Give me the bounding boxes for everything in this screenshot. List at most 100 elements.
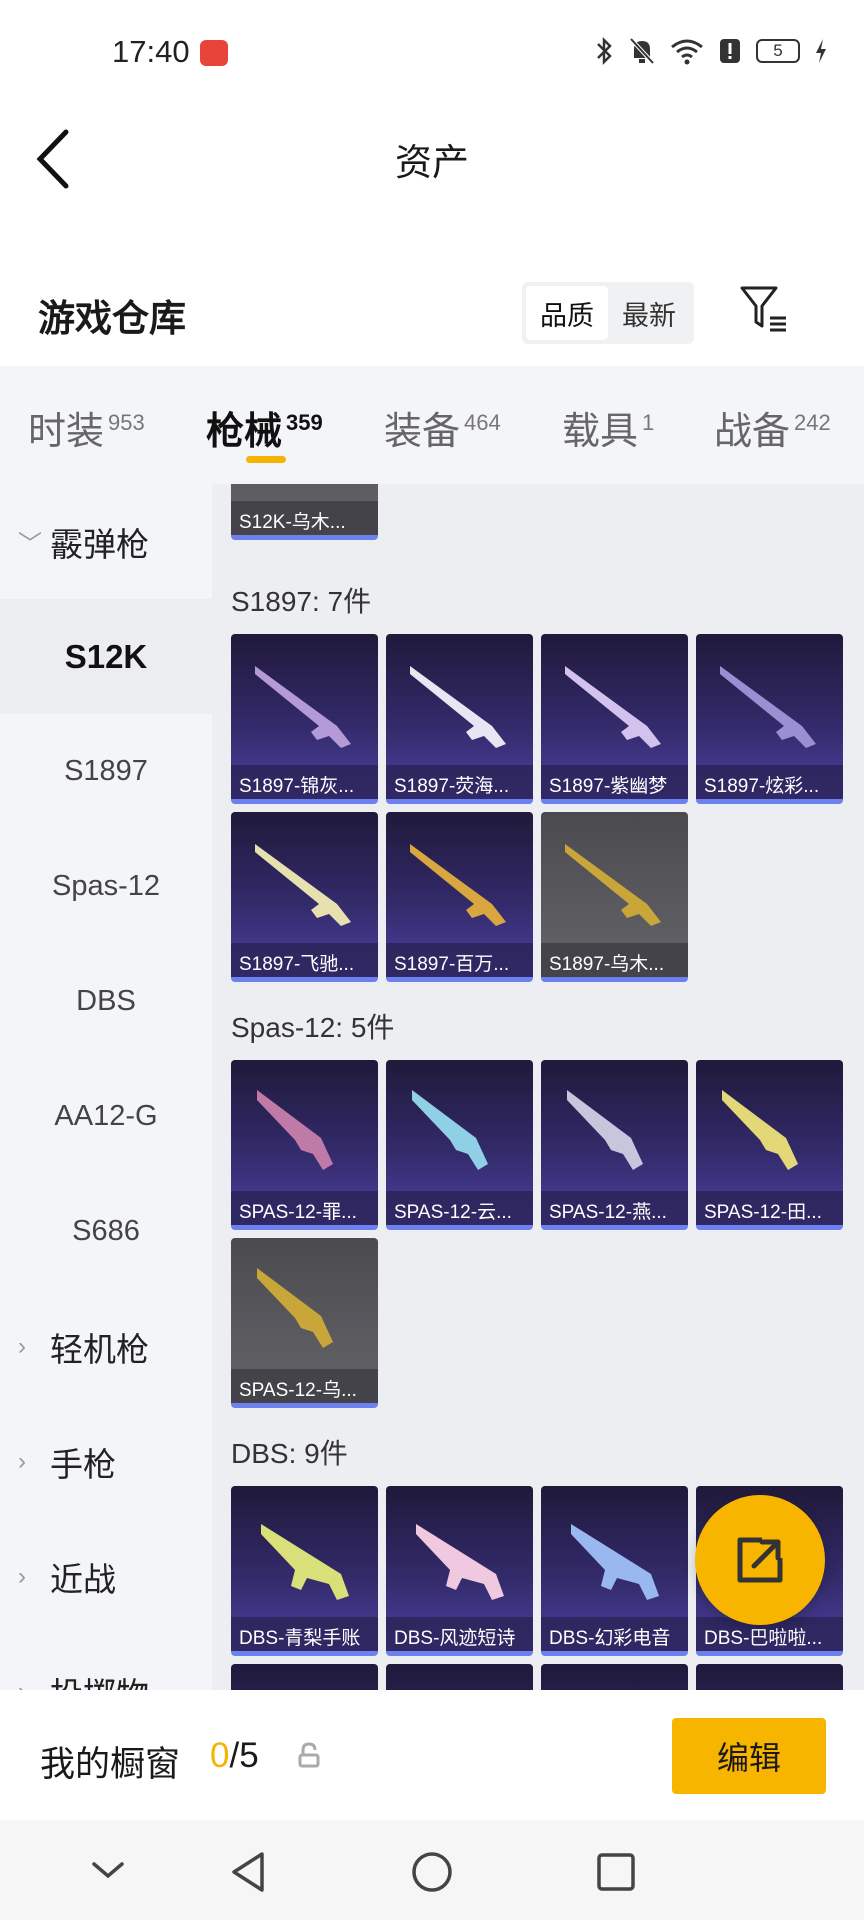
sort-toggle: 品质 最新 — [522, 282, 694, 344]
battery-level: 5 — [756, 39, 800, 63]
share-button[interactable] — [695, 1495, 825, 1625]
section-title: Spas-12: 5件 — [231, 1012, 395, 1043]
nav-header: 资产 — [0, 104, 864, 204]
weapon-card[interactable]: S1897-乌木... — [541, 812, 688, 982]
chevron-right-icon: › — [18, 1678, 40, 1691]
weapon-name: DBS-风迹短诗 — [386, 1617, 533, 1651]
active-tab-indicator — [246, 456, 286, 463]
sidebar-group-label: 投掷物 — [50, 1668, 149, 1691]
shotgun-icon — [255, 666, 351, 748]
sidebar-item-s686[interactable]: S686 — [0, 1174, 212, 1289]
wifi-icon — [671, 39, 703, 65]
chevron-right-icon: › — [18, 1447, 26, 1475]
nav-home-icon[interactable] — [410, 1850, 454, 1894]
sidebar-group-lmg[interactable]: › 轻机枪 — [0, 1289, 212, 1404]
shotgun-icon — [722, 1090, 798, 1170]
shotgun-icon — [567, 1090, 643, 1170]
weapon-card[interactable]: SPAS-12-燕... — [541, 1060, 688, 1230]
weapon-card[interactable]: SPAS-12-乌... — [231, 1238, 378, 1408]
tab-equipment[interactable]: 装备 464 — [384, 400, 501, 455]
sidebar-item-aa12g[interactable]: AA12-G — [0, 1059, 212, 1174]
tab-count: 359 — [286, 410, 323, 436]
shotgun-icon — [410, 844, 506, 926]
chevron-right-icon: › — [18, 1332, 26, 1360]
weapon-name: S1897-百万... — [386, 943, 533, 977]
weapon-card[interactable] — [231, 1664, 378, 1690]
sidebar-item-s12k[interactable]: S12K — [0, 599, 212, 714]
weapon-card[interactable]: S1897-锦灰... — [231, 634, 378, 804]
section-title: S1897: 7件 — [231, 586, 372, 617]
weapon-card[interactable]: DBS-青梨手账 — [231, 1486, 378, 1656]
sidebar-group-shotgun[interactable]: ﹀ 霰弹枪 — [0, 484, 212, 599]
weapon-card[interactable]: S1897-百万... — [386, 812, 533, 982]
app-notification-icon — [200, 40, 228, 66]
weapon-card[interactable]: S1897-飞驰... — [231, 812, 378, 982]
shotgun-icon — [565, 844, 661, 926]
edit-button[interactable]: 编辑 — [672, 1718, 826, 1794]
share-export-icon — [737, 1537, 783, 1583]
weapon-card[interactable]: S1897-紫幽梦 — [541, 634, 688, 804]
alert-icon — [720, 39, 740, 63]
page-title: 资产 — [395, 142, 469, 183]
tab-count: 1 — [642, 410, 655, 436]
weapon-card[interactable]: S12K-乌木... — [231, 484, 378, 540]
sidebar-group-label: 手枪 — [50, 1445, 116, 1483]
shotgun-icon — [241, 484, 368, 498]
weapon-card[interactable]: S1897-炫彩... — [696, 634, 843, 804]
weapon-name: SPAS-12-燕... — [541, 1191, 688, 1225]
weapon-name: S1897-紫幽梦 — [541, 765, 688, 799]
weapon-name: SPAS-12-乌... — [231, 1369, 378, 1403]
sidebar-group-throwables[interactable]: › 投掷物 — [0, 1634, 212, 1691]
weapon-card[interactable]: S1897-荧海... — [386, 634, 533, 804]
weapon-card[interactable] — [541, 1664, 688, 1690]
weapon-name: DBS-青梨手账 — [231, 1617, 378, 1651]
shotgun-icon — [255, 844, 351, 926]
status-icons: 5 — [594, 36, 828, 66]
sidebar-group-label: 霰弹枪 — [50, 525, 149, 563]
sidebar-item-spas12[interactable]: Spas-12 — [0, 829, 212, 944]
weapon-card[interactable] — [386, 1664, 533, 1690]
tab-label: 装备 — [384, 411, 461, 453]
collapse-chevron-icon[interactable] — [90, 1850, 126, 1890]
sidebar-group-pistol[interactable]: › 手枪 — [0, 1404, 212, 1519]
charging-icon — [816, 39, 826, 63]
sidebar-group-label: 近战 — [50, 1560, 116, 1598]
sidebar-item-s1897[interactable]: S1897 — [0, 714, 212, 829]
weapon-name: S1897-乌木... — [541, 943, 688, 977]
tab-count: 953 — [108, 410, 145, 436]
sidebar-group-label: 轻机枪 — [50, 1330, 149, 1368]
weapon-card[interactable]: DBS-幻彩电音 — [541, 1486, 688, 1656]
showcase-label: 我的橱窗 — [40, 1745, 181, 1784]
weapon-name: DBS-幻彩电音 — [541, 1617, 688, 1651]
sidebar-item-dbs[interactable]: DBS — [0, 944, 212, 1059]
weapon-name: S1897-飞驰... — [231, 943, 378, 977]
nav-back-icon[interactable] — [226, 1850, 270, 1894]
bluetooth-icon — [597, 36, 612, 66]
tab-vehicles[interactable]: 载具 1 — [562, 400, 654, 455]
weapon-card[interactable]: DBS-风迹短诗 — [386, 1486, 533, 1656]
weapon-card[interactable]: SPAS-12-云... — [386, 1060, 533, 1230]
sort-newest-button[interactable]: 最新 — [608, 286, 690, 340]
filter-icon[interactable] — [738, 282, 790, 334]
weapon-card[interactable] — [696, 1664, 843, 1690]
status-time: 17:40 — [112, 34, 190, 69]
tab-firearms[interactable]: 枪械 359 — [206, 400, 323, 455]
shotgun-icon — [261, 1524, 349, 1600]
warehouse-title: 游戏仓库 — [38, 298, 186, 339]
showcase-current: 0 — [210, 1736, 230, 1775]
tab-supplies[interactable]: 战备 242 — [714, 400, 831, 455]
tab-fashion[interactable]: 时装 953 — [28, 400, 145, 455]
nav-recents-icon[interactable] — [594, 1850, 638, 1894]
shotgun-icon — [571, 1524, 659, 1600]
sort-quality-button[interactable]: 品质 — [526, 286, 608, 340]
tab-count: 464 — [464, 410, 501, 436]
weapon-name: SPAS-12-田... — [696, 1191, 843, 1225]
sidebar-group-melee[interactable]: › 近战 — [0, 1519, 212, 1634]
chevron-right-icon: › — [18, 1562, 26, 1590]
showcase-bar: 我的橱窗 0/5 编辑 — [0, 1690, 864, 1820]
weapon-card[interactable]: SPAS-12-田... — [696, 1060, 843, 1230]
weapon-name: S12K-乌木... — [231, 501, 378, 535]
mute-bell-icon — [629, 37, 655, 65]
weapon-card[interactable]: SPAS-12-罪... — [231, 1060, 378, 1230]
tab-count: 242 — [794, 410, 831, 436]
